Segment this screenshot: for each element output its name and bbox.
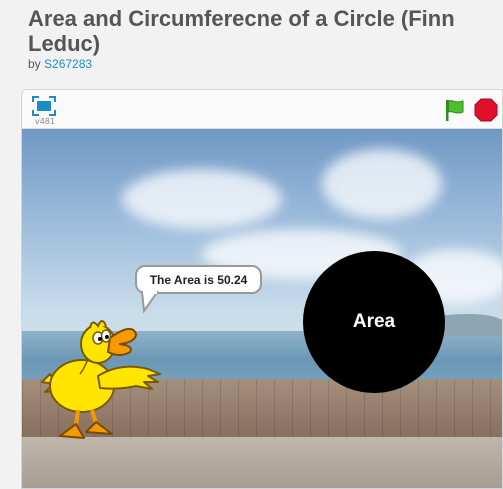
fullscreen-icon[interactable] xyxy=(32,96,56,116)
cloud xyxy=(322,149,442,219)
green-flag-icon[interactable] xyxy=(442,98,466,122)
speech-bubble-tail xyxy=(141,291,159,313)
author-link[interactable]: S267283 xyxy=(44,57,92,71)
circle-label: Area xyxy=(352,311,396,332)
player-controls: v481 xyxy=(22,90,502,129)
project-player: v481 Area The Area is 50.24 xyxy=(21,89,503,489)
stage[interactable]: Area The Area is 50.24 xyxy=(22,129,502,488)
duck-sprite[interactable] xyxy=(40,314,165,444)
stop-sign-icon[interactable] xyxy=(474,98,498,122)
by-label: by xyxy=(28,57,41,71)
speech-text: The Area is 50.24 xyxy=(149,272,248,287)
area-circle-sprite[interactable]: Area xyxy=(303,251,445,393)
cloud xyxy=(122,169,282,229)
project-title: Area and Circumferecne of a Circle (Finn… xyxy=(28,6,455,56)
wall-backdrop xyxy=(22,437,502,488)
version-label: v481 xyxy=(35,117,56,126)
speech-bubble: The Area is 50.24 xyxy=(135,265,262,294)
byline: by S267283 xyxy=(28,57,92,71)
